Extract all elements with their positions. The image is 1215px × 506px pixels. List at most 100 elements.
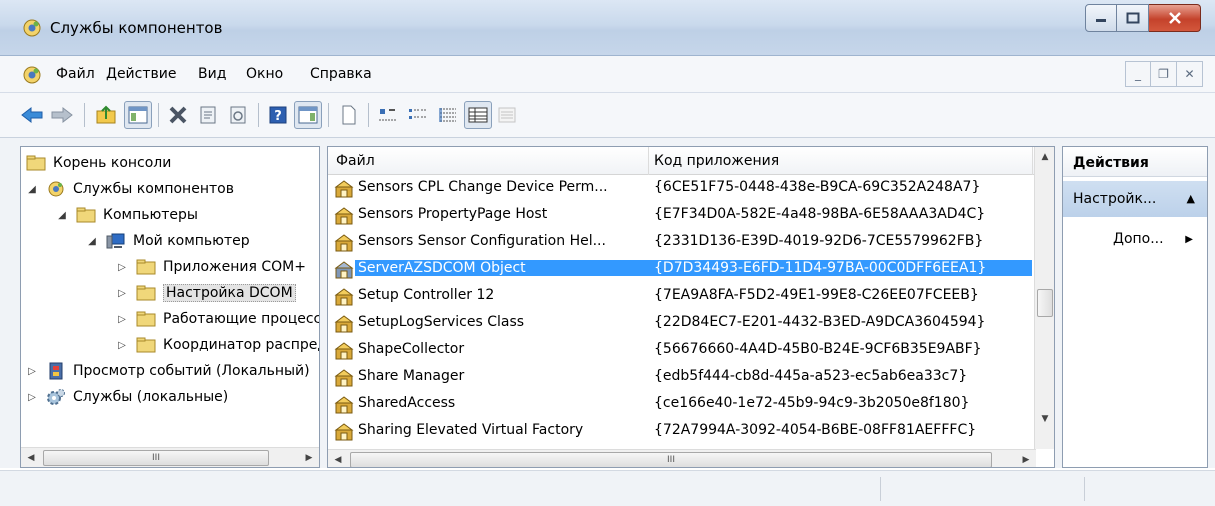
- console-tree: Корень консоли ◢ Службы компонентов ◢ Ко…: [20, 146, 320, 468]
- scroll-left-icon[interactable]: ◀: [21, 448, 41, 468]
- close-button[interactable]: [1149, 4, 1201, 32]
- list-vertical-scrollbar[interactable]: ▲ ▼: [1034, 147, 1054, 449]
- menu-help[interactable]: Справка: [310, 66, 372, 82]
- mdi-minimize-button[interactable]: _: [1125, 61, 1151, 87]
- list-view-icon[interactable]: [434, 101, 462, 129]
- new-window-icon[interactable]: [334, 101, 362, 129]
- actions-pane: Действия Настройк... ▲ Допо... ▶: [1062, 146, 1208, 468]
- action-more[interactable]: Допо... ▶: [1063, 225, 1207, 253]
- scroll-up-icon[interactable]: ▲: [1035, 147, 1054, 167]
- cell-appid: {D7D34493-E6FD-11D4-97BA-00C0DFF6EEA1}: [650, 260, 1032, 276]
- tree-item-event-viewer[interactable]: ▷ Просмотр событий (Локальный): [25, 358, 310, 384]
- tree-item-computers[interactable]: ◢ Компьютеры: [55, 202, 198, 228]
- tree-item-console-root[interactable]: Корень консоли: [25, 150, 171, 176]
- menu-action[interactable]: Действие: [106, 66, 176, 82]
- expander-expanded-icon[interactable]: ◢: [85, 236, 99, 247]
- show-hide-tree-icon[interactable]: [124, 101, 152, 129]
- tree-item-label: Службы компонентов: [73, 181, 234, 197]
- services-gear-icon: [45, 388, 67, 406]
- cell-appid: {edb5f444-cb8d-445a-a523-ec5ab6ea33c7}: [654, 368, 968, 384]
- scroll-thumb[interactable]: [1037, 289, 1053, 317]
- cell-appid: {E7F34D0A-582E-4a48-98BA-6E58AAA3AD4C}: [654, 206, 986, 222]
- forward-icon[interactable]: [48, 101, 76, 129]
- scroll-left-icon[interactable]: ◀: [328, 450, 348, 468]
- details-view-icon[interactable]: [464, 101, 492, 129]
- menu-view[interactable]: Вид: [198, 66, 226, 82]
- actions-group-dcom-config[interactable]: Настройк... ▲: [1063, 181, 1207, 217]
- expander-collapsed-icon[interactable]: ▷: [115, 288, 129, 299]
- tree-item-dcom-config[interactable]: ▷ Настройка DCOM: [115, 280, 296, 306]
- table-row[interactable]: Setup Controller 12 {7EA9A8FA-F5D2-49E1-9…: [328, 283, 1036, 310]
- cell-appid: {56676660-4A4D-45B0-B24E-9CF6B35E9ABF}: [654, 341, 982, 357]
- large-icons-view-icon[interactable]: [374, 101, 402, 129]
- tree-item-component-services[interactable]: ◢ Службы компонентов: [25, 176, 234, 202]
- collapse-up-icon[interactable]: ▲: [1187, 192, 1195, 205]
- tree-item-label: Службы (локальные): [73, 389, 229, 405]
- table-row[interactable]: Sensors Sensor Configuration Hel... {2331…: [328, 229, 1036, 256]
- help-icon[interactable]: ?: [264, 101, 292, 129]
- show-action-pane-icon[interactable]: [294, 101, 322, 129]
- tree-item-label: Просмотр событий (Локальный): [73, 363, 310, 379]
- action-more-label: Допо...: [1113, 231, 1164, 247]
- expander-collapsed-icon[interactable]: ▷: [115, 314, 129, 325]
- toolbar: ?: [0, 93, 1215, 138]
- extra-view-icon[interactable]: [494, 101, 522, 129]
- dcom-component-icon: [334, 179, 354, 199]
- mdi-restore-button[interactable]: ❐: [1151, 61, 1177, 87]
- menu-bar: Файл Действие Вид Окно Справка _ ❐ ✕: [0, 56, 1215, 93]
- menu-window[interactable]: Окно: [246, 66, 283, 82]
- expander-collapsed-icon[interactable]: ▷: [115, 340, 129, 351]
- table-row[interactable]: SharedAccess {ce166e40-1e72-45b9-94c9-3b2…: [328, 391, 1036, 418]
- tree-item-com-applications[interactable]: ▷ Приложения COM+: [115, 254, 306, 280]
- table-row[interactable]: SetupLogServices Class {22D84EC7-E201-443…: [328, 310, 1036, 337]
- expander-expanded-icon[interactable]: ◢: [55, 210, 69, 221]
- component-services-icon[interactable]: [22, 18, 42, 38]
- event-viewer-icon: [45, 362, 67, 380]
- expander-collapsed-icon[interactable]: ▷: [25, 392, 39, 403]
- expander-collapsed-icon[interactable]: ▷: [25, 366, 39, 377]
- list-horizontal-scrollbar[interactable]: ◀ III ▶: [328, 449, 1036, 468]
- tree-item-running-processes[interactable]: ▷ Работающие процессы: [115, 306, 319, 332]
- cell-appid: {22D84EC7-E201-4432-B3ED-A9DCA3604594}: [654, 314, 986, 330]
- mdi-controls: _ ❐ ✕: [1125, 61, 1203, 87]
- scroll-down-icon[interactable]: ▼: [1035, 409, 1054, 429]
- maximize-button[interactable]: [1117, 4, 1149, 32]
- scroll-right-icon[interactable]: ▶: [1016, 450, 1036, 468]
- table-row[interactable]: ServerAZSDCOM Object {D7D34493-E6FD-11D4-…: [328, 256, 1036, 283]
- tree-item-my-computer[interactable]: ◢ Мой компьютер: [85, 228, 249, 254]
- minimize-button[interactable]: [1085, 4, 1117, 32]
- list-header: Файл Код приложения: [328, 147, 1036, 175]
- table-row[interactable]: Share Manager {edb5f444-cb8d-445a-a523-ec…: [328, 364, 1036, 391]
- column-header-appid[interactable]: Код приложения: [654, 153, 779, 169]
- cell-name: Share Manager: [358, 368, 465, 384]
- tree-horizontal-scrollbar[interactable]: ◀ III ▶: [21, 447, 319, 467]
- cell-name: Sensors Sensor Configuration Hel...: [358, 233, 606, 249]
- up-folder-icon[interactable]: [92, 101, 120, 129]
- expander-collapsed-icon[interactable]: ▷: [115, 262, 129, 273]
- component-services-icon[interactable]: [22, 65, 42, 85]
- back-icon[interactable]: [18, 101, 46, 129]
- delete-icon[interactable]: [164, 101, 192, 129]
- scroll-right-icon[interactable]: ▶: [299, 448, 319, 468]
- expander-expanded-icon[interactable]: ◢: [25, 184, 39, 195]
- folder-icon: [135, 310, 157, 328]
- tree-item-dtc[interactable]: ▷ Координатор распределенных транзакций: [115, 332, 319, 358]
- scroll-thumb[interactable]: III: [43, 450, 269, 466]
- table-row[interactable]: Sensors PropertyPage Host {E7F34D0A-582E-…: [328, 202, 1036, 229]
- status-bar: [0, 470, 1215, 506]
- small-icons-view-icon[interactable]: [404, 101, 432, 129]
- refresh-icon[interactable]: [224, 101, 252, 129]
- tree-item-services[interactable]: ▷ Службы (локальные): [25, 384, 228, 410]
- table-row[interactable]: ShapeCollector {56676660-4A4D-45B0-B24E-9…: [328, 337, 1036, 364]
- scroll-thumb[interactable]: III: [350, 452, 992, 467]
- menu-file[interactable]: Файл: [56, 66, 95, 82]
- table-row[interactable]: Sensors CPL Change Device Perm... {6CE51F…: [328, 175, 1036, 202]
- table-row[interactable]: Sharing Elevated Virtual Factory {72A7994…: [328, 418, 1036, 445]
- mdi-close-button[interactable]: ✕: [1177, 61, 1203, 87]
- column-header-name[interactable]: Файл: [336, 153, 375, 169]
- properties-icon[interactable]: [194, 101, 222, 129]
- actions-group-label: Настройк...: [1073, 191, 1157, 207]
- component-services-icon: [45, 180, 67, 198]
- cell-appid: {6CE51F75-0448-438e-B9CA-69C352A248A7}: [654, 179, 981, 195]
- cell-name: Setup Controller 12: [358, 287, 495, 303]
